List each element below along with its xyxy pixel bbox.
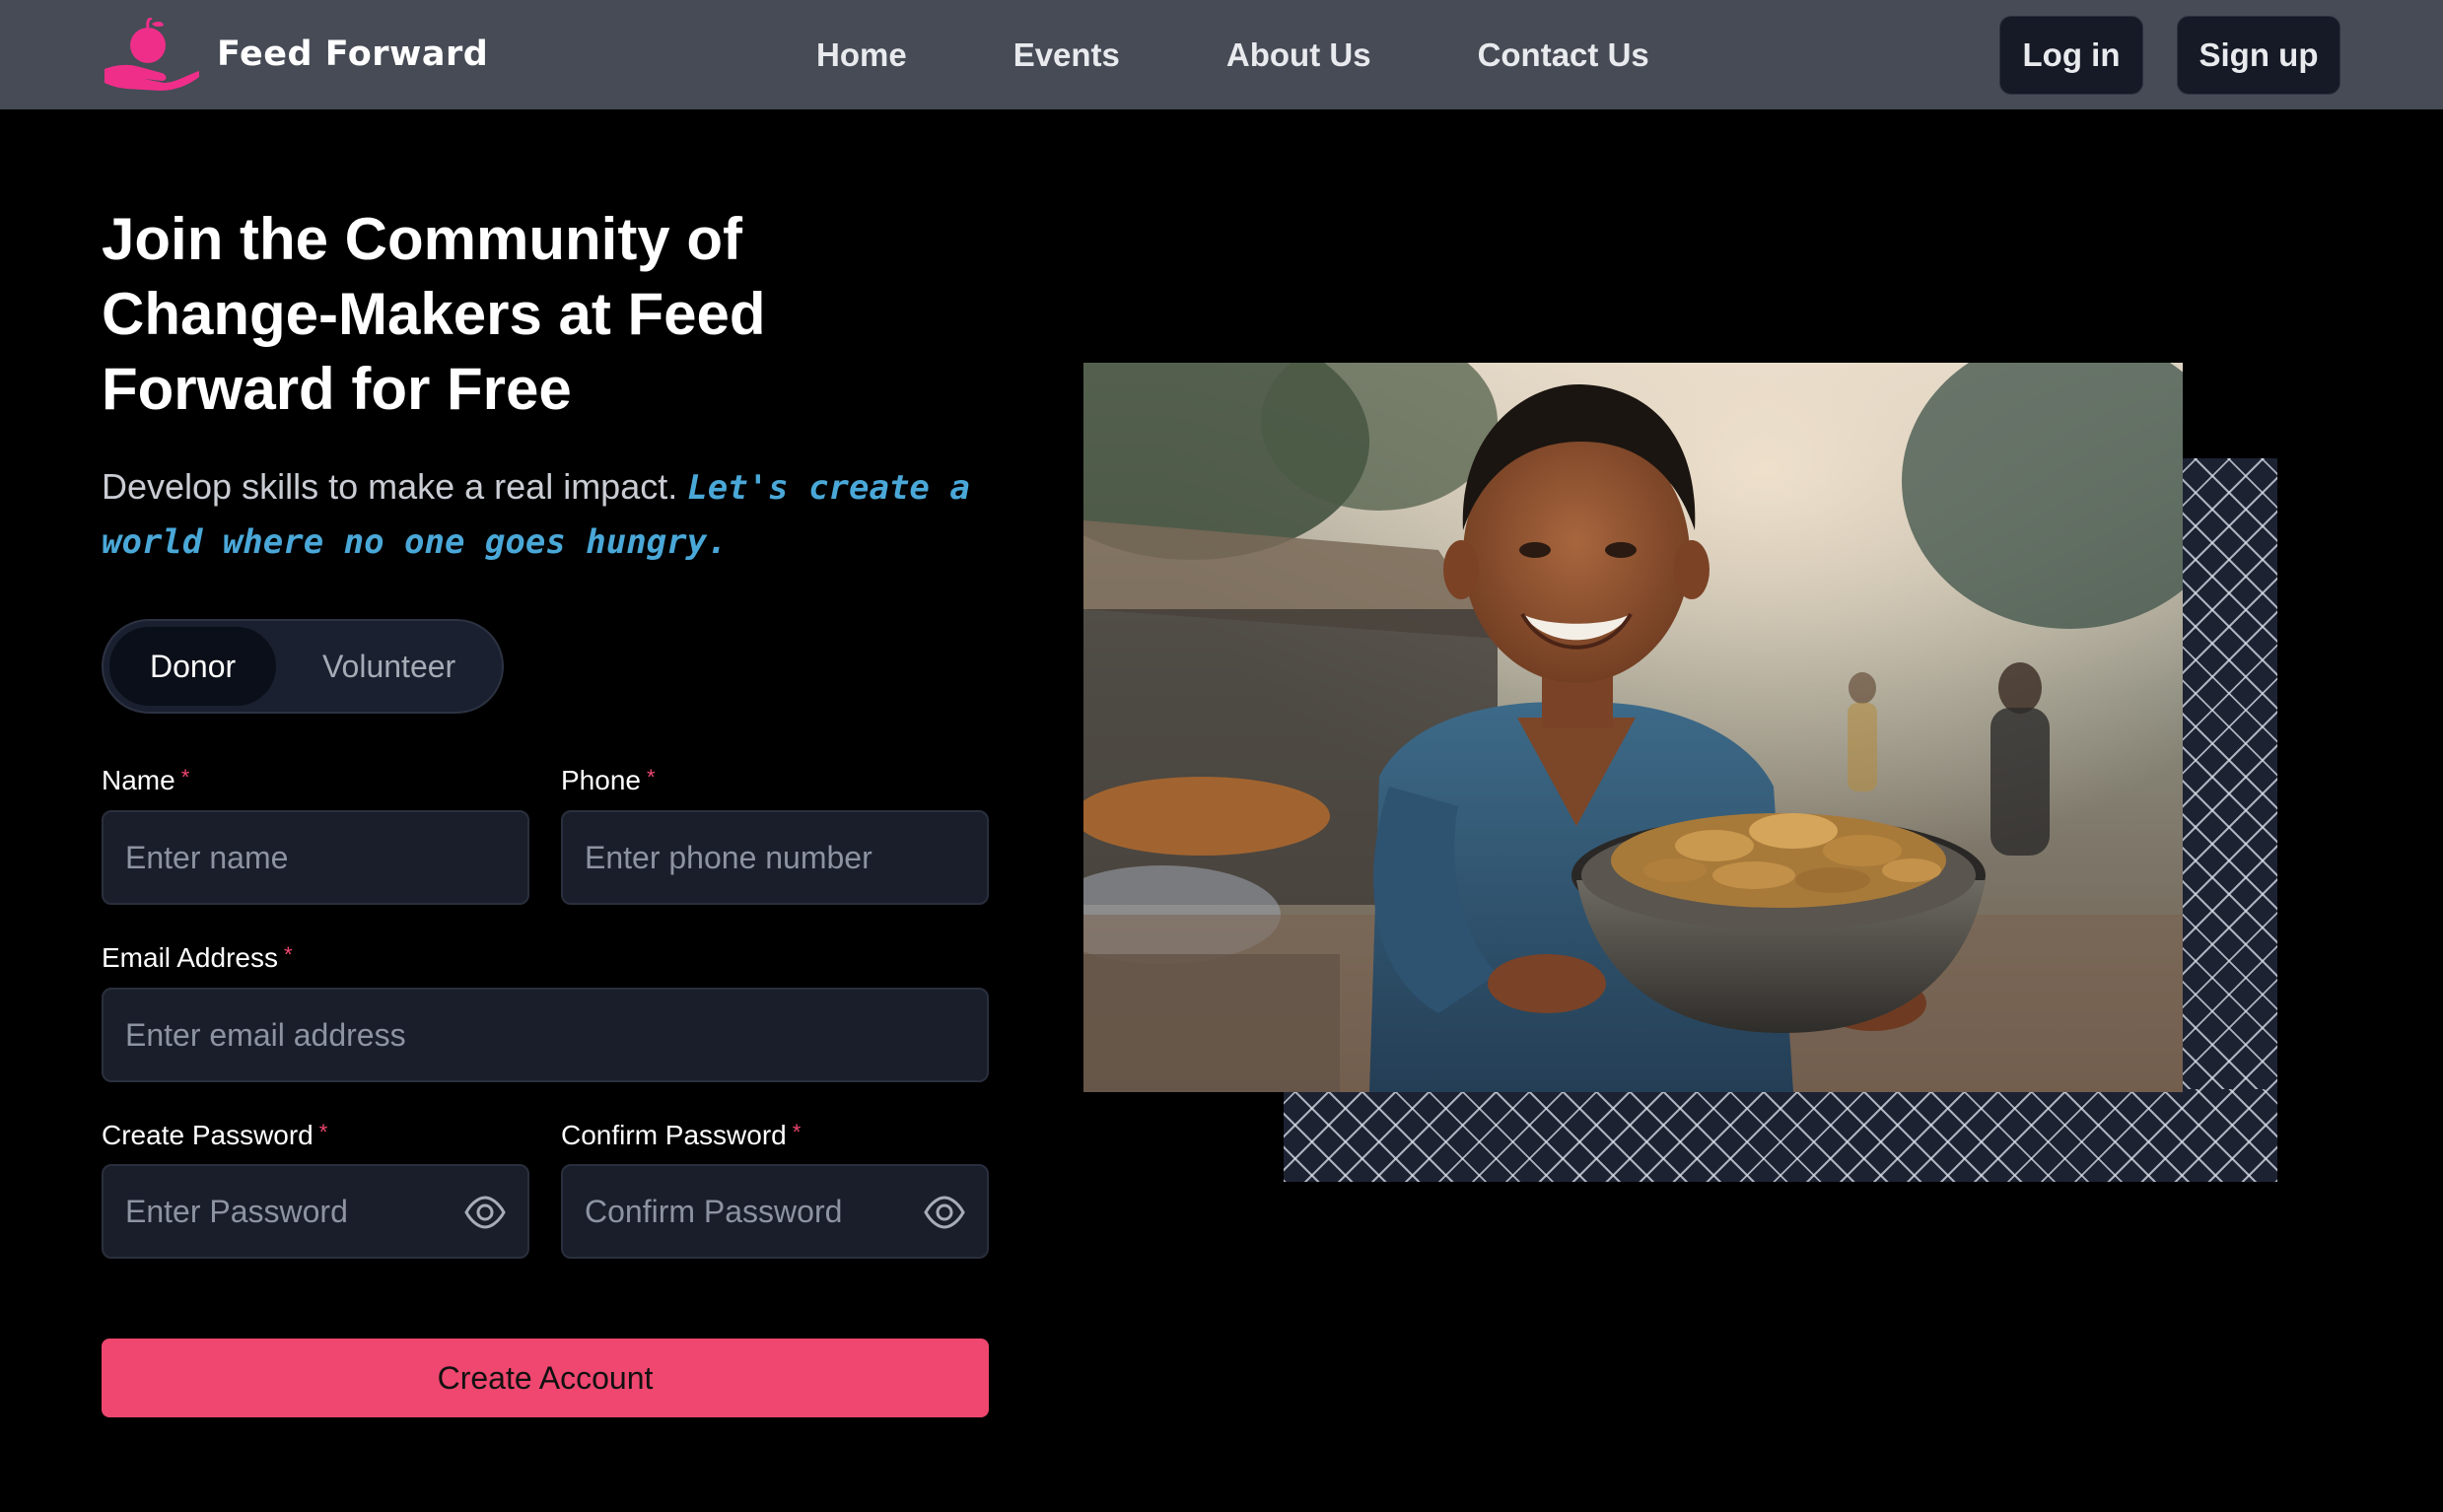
email-placeholder: Enter email address (125, 1016, 406, 1053)
password-placeholder: Enter Password (125, 1193, 348, 1229)
eye-icon[interactable] (924, 1196, 965, 1229)
top-navbar: Feed Forward Home Events About Us Contac… (0, 0, 2443, 109)
required-mark: * (318, 1120, 328, 1144)
brand-name: Feed Forward (217, 34, 489, 74)
signup-button[interactable]: Sign up (2177, 16, 2340, 95)
name-placeholder: Enter name (125, 839, 289, 875)
name-label-text: Name (102, 765, 175, 795)
phone-label: Phone * (561, 765, 656, 796)
role-option-donor[interactable]: Donor (109, 627, 277, 706)
nav-link-events[interactable]: Events (1013, 36, 1120, 74)
password-label-text: Create Password (102, 1120, 314, 1150)
brand-logo[interactable]: Feed Forward (101, 18, 488, 91)
phone-label-text: Phone (561, 765, 641, 795)
nav-links: Home Events About Us Contact Us (816, 0, 1649, 109)
password-label: Create Password * (102, 1120, 327, 1151)
required-mark: * (180, 765, 190, 790)
eye-icon[interactable] (464, 1196, 506, 1229)
hero-image-child-with-food (1083, 363, 2183, 1092)
hero-subtext: Develop skills to make a real impact. Le… (102, 460, 989, 569)
confirm-password-label-text: Confirm Password (561, 1120, 787, 1150)
name-input[interactable]: Enter name (102, 810, 529, 905)
confirm-password-label: Confirm Password * (561, 1120, 801, 1151)
required-mark: * (283, 942, 293, 967)
email-label-text: Email Address (102, 942, 278, 973)
crosshatch-decoration (1284, 1089, 2277, 1182)
role-toggle: Donor Volunteer (102, 619, 504, 714)
login-button[interactable]: Log in (1999, 16, 2143, 95)
confirm-password-input[interactable]: Confirm Password (561, 1164, 989, 1259)
create-account-button[interactable]: Create Account (102, 1339, 989, 1417)
password-input[interactable]: Enter Password (102, 1164, 529, 1259)
name-label: Name * (102, 765, 189, 796)
phone-input[interactable]: Enter phone number (561, 810, 989, 905)
email-input[interactable]: Enter email address (102, 988, 989, 1082)
nav-link-contact[interactable]: Contact Us (1478, 36, 1649, 74)
nav-link-home[interactable]: Home (816, 36, 907, 74)
required-mark: * (792, 1120, 802, 1144)
required-mark: * (646, 765, 656, 790)
hand-apple-icon (105, 18, 199, 91)
phone-placeholder: Enter phone number (585, 839, 872, 875)
nav-link-about[interactable]: About Us (1226, 36, 1371, 74)
subtext-plain: Develop skills to make a real impact. (102, 466, 678, 507)
crosshatch-decoration (2181, 458, 2277, 1182)
email-label: Email Address * (102, 942, 293, 974)
confirm-password-placeholder: Confirm Password (585, 1193, 843, 1229)
hero-photo-illustration (1083, 363, 2183, 1092)
page-title: Join the Community of Change-Makers at F… (102, 206, 766, 422)
role-option-volunteer[interactable]: Volunteer (276, 627, 502, 706)
